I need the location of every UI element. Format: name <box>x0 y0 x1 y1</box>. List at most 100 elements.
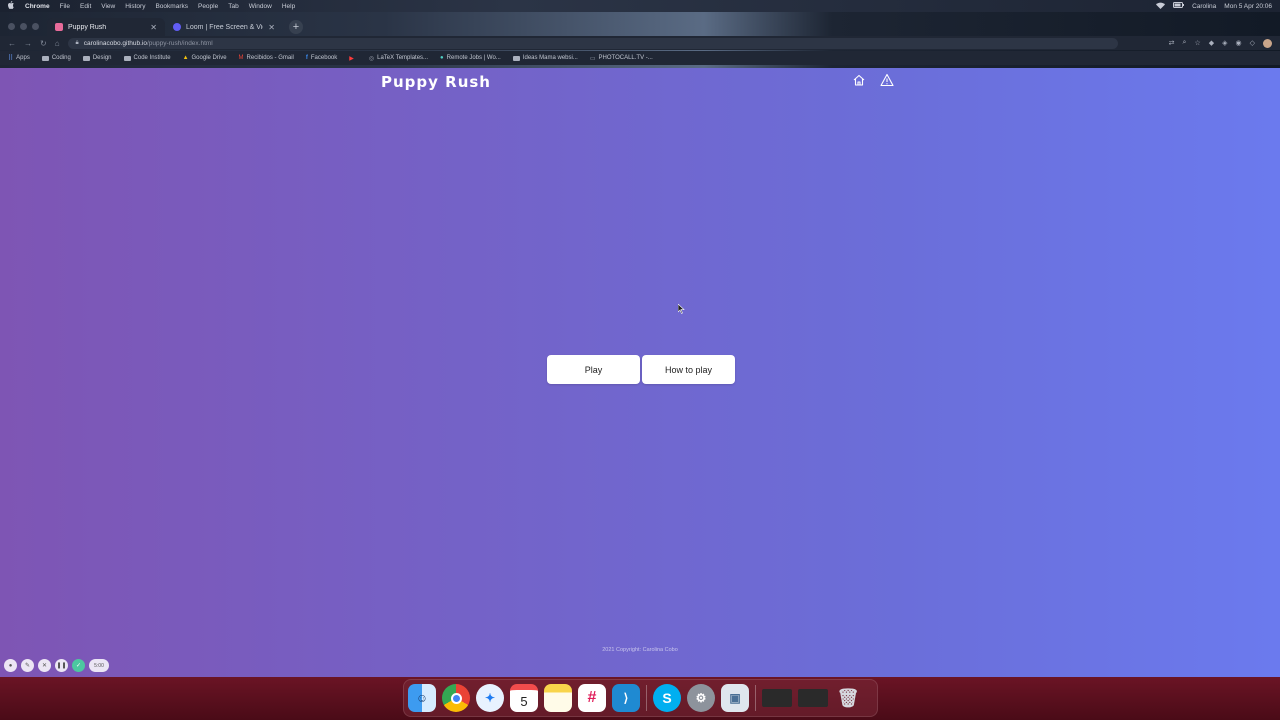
user-name[interactable]: Carolina <box>1192 3 1216 10</box>
apple-icon[interactable] <box>8 1 15 11</box>
bookmark-label: PHOTOCALL.TV -... <box>598 55 653 61</box>
bookmark-gmail[interactable]: M Recibidos - Gmail <box>239 55 294 61</box>
system-preferences-icon[interactable]: ⚙ <box>687 684 715 712</box>
url-host: carolinacobo.github.io/puppy-rush/index.… <box>84 40 213 47</box>
chrome-icon[interactable] <box>442 684 470 712</box>
star-icon[interactable]: ☆ <box>1194 39 1200 48</box>
bookmark-label: Google Drive <box>191 55 227 61</box>
zoom-icon[interactable]: ⌕ <box>1183 39 1187 48</box>
bookmark-ideas-mama[interactable]: Ideas Mama websi... <box>512 55 578 61</box>
folder-icon <box>123 55 131 61</box>
status-tray: Carolina Mon 5 Apr 20:06 <box>1156 2 1272 11</box>
extension-icon[interactable]: ◈ <box>1222 39 1227 48</box>
mouse-cursor-icon <box>678 304 685 314</box>
finder-icon[interactable]: ☺ <box>408 684 436 712</box>
tab-loom[interactable]: Loom | Free Screen & Video Re ✕ <box>165 18 283 36</box>
loom-cancel-icon[interactable]: ✕ <box>38 659 51 672</box>
wifi-icon[interactable] <box>1156 2 1166 11</box>
minimize-window-button[interactable] <box>20 22 27 30</box>
url-host-text: carolinacobo.github.io <box>83 39 147 47</box>
bookmark-photocall[interactable]: ▭ PHOTOCALL.TV -... <box>590 55 653 62</box>
slack-icon[interactable]: # <box>578 684 606 712</box>
translate-icon[interactable]: ⇄ <box>1169 39 1175 48</box>
how-to-play-button[interactable]: How to play <box>642 355 735 384</box>
menu-people[interactable]: People <box>198 3 218 10</box>
vscode-icon[interactable]: ⟩ <box>612 684 640 712</box>
menu-app-name[interactable]: Chrome <box>25 3 50 10</box>
apps-grid-icon: ⠿ <box>8 55 14 62</box>
loom-pause-icon[interactable]: ❚❚ <box>55 659 68 672</box>
lock-icon[interactable]: 🔒︎ <box>76 40 79 47</box>
minimized-window-icon[interactable] <box>762 689 792 707</box>
facebook-icon: f <box>305 55 308 61</box>
bookmarks-bar: ⠿ Apps Coding Design Code Institute ▲ Goog… <box>0 51 1280 65</box>
site-title[interactable]: Puppy Rush <box>381 73 491 91</box>
home-icon[interactable] <box>852 73 866 87</box>
extension-icon[interactable]: ◉ <box>1236 39 1242 48</box>
menu-window[interactable]: Window <box>249 3 272 10</box>
reload-icon[interactable]: ↻ <box>40 39 47 48</box>
bookmark-google-drive[interactable]: ▲ Google Drive <box>183 55 227 61</box>
new-tab-button[interactable]: + <box>289 20 303 34</box>
close-icon[interactable]: ✕ <box>150 23 157 32</box>
extension-icon[interactable]: ◇ <box>1250 39 1255 48</box>
home-icon[interactable]: ⌂ <box>55 39 60 48</box>
menu-bookmarks[interactable]: Bookmarks <box>155 3 188 10</box>
notes-icon[interactable] <box>544 684 572 712</box>
gmail-icon: M <box>238 55 244 61</box>
menu-history[interactable]: History <box>125 3 145 10</box>
close-window-button[interactable] <box>8 22 15 30</box>
window-controls <box>0 16 47 36</box>
bookmark-facebook[interactable]: f Facebook <box>306 55 337 61</box>
bookmark-label: Recibidos - Gmail <box>246 55 294 61</box>
loom-draw-icon[interactable]: ✎ <box>21 659 34 672</box>
folder-icon <box>82 55 90 61</box>
bookmark-code-institute[interactable]: Code Institute <box>123 55 171 61</box>
bookmark-youtube[interactable]: ▶ <box>349 55 357 62</box>
calendar-icon[interactable]: 5 <box>510 684 538 712</box>
tv-icon: ▭ <box>589 55 596 62</box>
address-bar[interactable]: 🔒︎ carolinacobo.github.io/puppy-rush/ind… <box>67 37 1118 49</box>
latex-icon: ◎ <box>368 55 375 62</box>
safari-icon[interactable]: ✦ <box>476 684 504 712</box>
preview-icon[interactable]: ▣ <box>721 684 749 712</box>
loom-record-icon[interactable]: ● <box>4 659 17 672</box>
bookmark-label: LaTeX Templates... <box>377 55 429 61</box>
battery-icon[interactable] <box>1173 2 1185 10</box>
loom-finish-icon[interactable]: ✓ <box>72 659 85 672</box>
folder-icon <box>512 55 520 61</box>
menu-buttons: Play How to play <box>547 355 735 384</box>
profile-avatar[interactable] <box>1263 38 1272 48</box>
menu-edit[interactable]: Edit <box>80 3 91 10</box>
bookmark-label: Facebook <box>310 55 338 61</box>
extensions-area: ⇄ ⌕ ☆ ◆ ◈ ◉ ◇ <box>1169 38 1272 48</box>
macos-dock: ☺ ✦ 5 # ⟩ S ⚙ ▣ 🗑︎ <box>403 679 878 717</box>
bookmark-label: Design <box>92 55 112 61</box>
menu-file[interactable]: File <box>60 3 70 10</box>
site-nav <box>852 73 894 87</box>
zoom-window-button[interactable] <box>32 22 39 30</box>
bookmark-label: Code Institute <box>133 55 171 61</box>
play-button[interactable]: Play <box>547 355 640 384</box>
url-path: /puppy-rush/index.html <box>147 39 213 47</box>
back-icon[interactable]: ← <box>8 39 16 48</box>
menu-tab[interactable]: Tab <box>228 3 238 10</box>
forward-icon[interactable]: → <box>24 39 32 48</box>
loom-favicon-icon <box>173 23 181 31</box>
skype-icon[interactable]: S <box>653 684 681 712</box>
menu-help[interactable]: Help <box>282 3 295 10</box>
close-icon[interactable]: ✕ <box>268 23 275 32</box>
bookmark-remote-jobs[interactable]: ● Remote Jobs | Wo... <box>440 55 501 61</box>
menu-view[interactable]: View <box>101 3 115 10</box>
warning-icon[interactable] <box>880 73 894 87</box>
bookmark-latex[interactable]: ◎ LaTeX Templates... <box>369 55 428 62</box>
tab-puppy-rush[interactable]: Puppy Rush ✕ <box>47 18 165 36</box>
clock[interactable]: Mon 5 Apr 20:06 <box>1224 3 1272 10</box>
extension-icon[interactable]: ◆ <box>1209 39 1214 48</box>
tab-title: Loom | Free Screen & Video Re <box>186 23 263 31</box>
bookmark-coding[interactable]: Coding <box>41 55 71 61</box>
minimized-window-icon[interactable] <box>798 689 828 707</box>
bookmark-apps[interactable]: ⠿ Apps <box>8 54 30 62</box>
bookmark-design[interactable]: Design <box>82 55 112 61</box>
trash-icon[interactable]: 🗑︎ <box>834 684 862 712</box>
